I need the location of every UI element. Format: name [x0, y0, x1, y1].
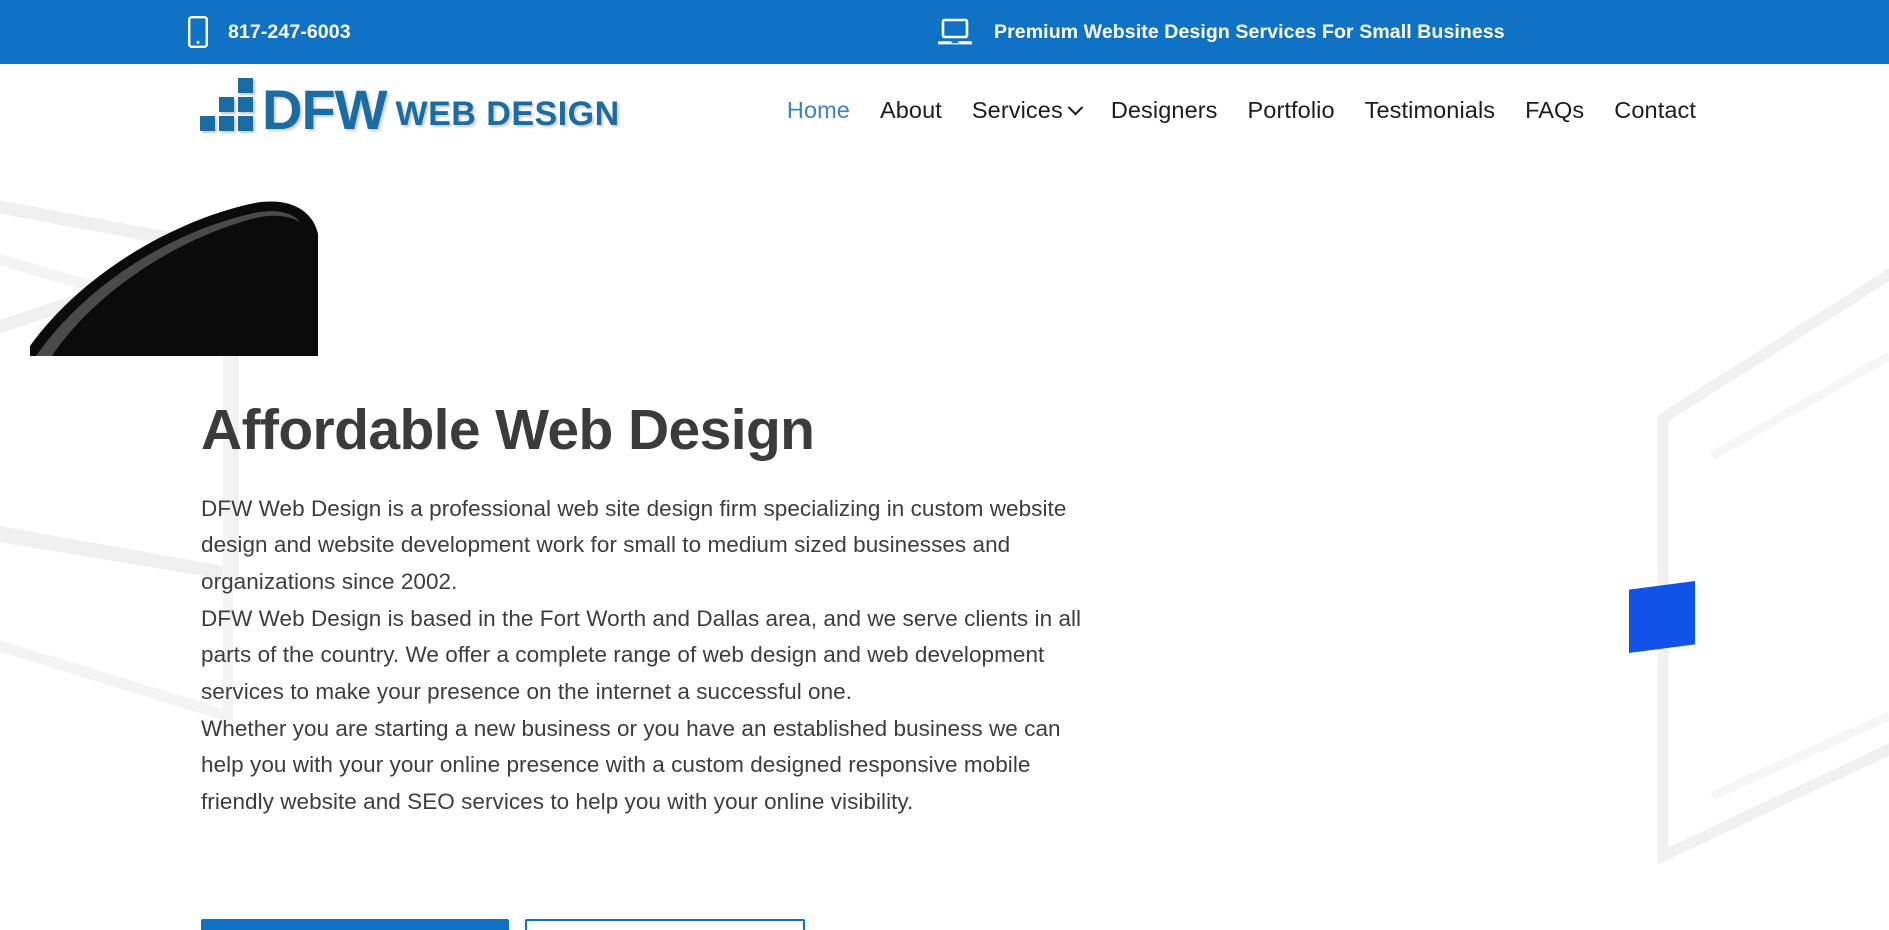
top-utility-bar: 817-247-6003 Premium Website Design Serv… [0, 0, 1889, 64]
nav-label-contact: Contact [1614, 96, 1696, 123]
tagline-group: Premium Website Design Services For Smal… [937, 0, 1505, 64]
secondary-cta-button[interactable] [525, 919, 805, 930]
nav-item-home[interactable]: Home [772, 97, 865, 124]
phone-link[interactable]: 817-247-6003 [188, 0, 351, 64]
nav-label-services: Services [971, 96, 1063, 123]
page-title: Affordable Web Design [201, 398, 815, 462]
logo-secondary-text: WEB DESIGN [395, 94, 620, 133]
page-root: 817-247-6003 Premium Website Design Serv… [0, 0, 1889, 930]
nav-label-home: Home [786, 96, 850, 123]
hero-content: Affordable Web Design DFW Web Design is … [201, 399, 1101, 821]
nav-item-testimonials[interactable]: Testimonials [1350, 97, 1511, 124]
nav-label-about: About [879, 96, 942, 123]
logo-primary-text: DFW [262, 78, 388, 142]
nav-label-faqs: FAQs [1525, 96, 1585, 123]
tagline-text: Premium Website Design Services For Smal… [994, 20, 1505, 43]
main-navigation: Home About Services Designers Portfolio … [772, 64, 1711, 156]
nav-item-portfolio[interactable]: Portfolio [1233, 97, 1350, 124]
nav-item-contact[interactable]: Contact [1599, 97, 1711, 124]
nav-item-faqs[interactable]: FAQs [1510, 97, 1599, 124]
nav-label-designers: Designers [1110, 96, 1218, 123]
hero-paragraph-1: DFW Web Design is a professional web sit… [201, 495, 1067, 595]
nav-item-about[interactable]: About [865, 97, 957, 124]
mobile-phone-icon [188, 16, 209, 49]
phone-number: 817-247-6003 [228, 20, 351, 43]
hero-section: Affordable Web Design DFW Web Design is … [0, 156, 1889, 930]
nav-item-designers[interactable]: Designers [1096, 97, 1233, 124]
nav-label-portfolio: Portfolio [1247, 96, 1335, 123]
primary-cta-button[interactable] [201, 919, 509, 930]
nav-label-testimonials: Testimonials [1364, 96, 1496, 123]
laptop-icon [937, 18, 973, 46]
hero-paragraph-3: Whether you are starting a new business … [201, 715, 1061, 815]
chevron-down-icon [1067, 99, 1084, 115]
hero-cta-group [201, 919, 805, 930]
nav-item-services[interactable]: Services [957, 97, 1096, 124]
hero-paragraph-2: DFW Web Design is based in the Fort Wort… [201, 605, 1082, 705]
stepped-blocks-icon [200, 78, 253, 131]
site-header: DFW WEB DESIGN Home About Services Desig… [0, 64, 1889, 156]
site-logo[interactable]: DFW WEB DESIGN [200, 78, 620, 142]
